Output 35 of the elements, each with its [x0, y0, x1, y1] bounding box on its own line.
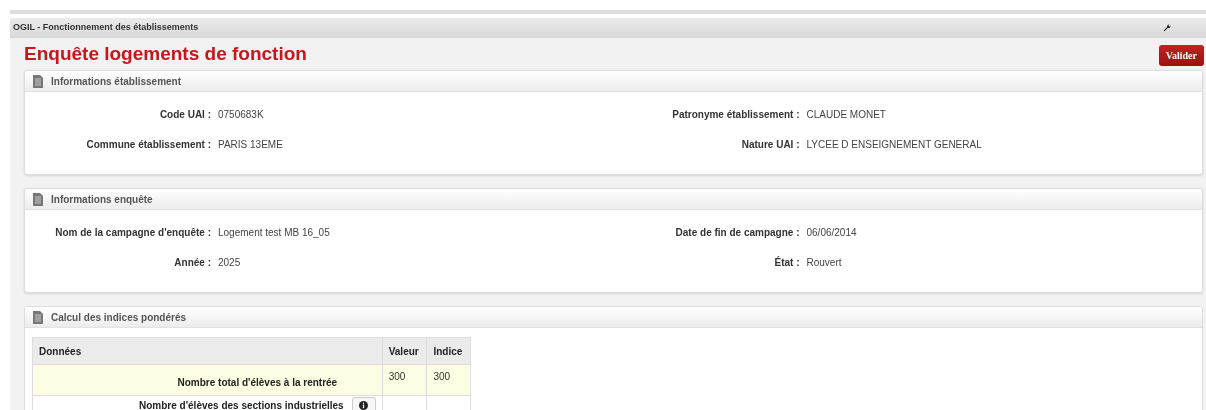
column-header: Données	[32, 337, 383, 365]
field-label: État :	[773, 255, 800, 270]
document-icon	[33, 310, 43, 324]
wrench-icon[interactable]	[1163, 24, 1171, 32]
field-value: Logement test MB 16_05	[218, 226, 330, 240]
document-icon	[33, 74, 43, 88]
document-icon	[33, 192, 43, 206]
field-value: CLAUDE MONET	[806, 108, 886, 122]
field-label: Commune établissement :	[85, 138, 211, 152]
panel-title: Calcul des indices pondérés	[51, 310, 187, 325]
field-value: 06/06/2014	[806, 226, 857, 240]
field-label: Nature UAI :	[740, 138, 800, 152]
info-button[interactable]	[351, 397, 376, 410]
field-value: 2025	[218, 256, 241, 270]
info-icon	[359, 401, 369, 410]
column-header: Valeur	[382, 337, 427, 365]
field-value: LYCEE D ENSEIGNEMENT GENERAL	[806, 138, 982, 152]
column-header: Indice	[426, 337, 471, 365]
validate-button[interactable]: Valider	[1158, 45, 1204, 66]
table-cell-text: Nombre total d'élèves à la rentrée	[177, 376, 338, 390]
table-cell-text: Nombre d'élèves des sections industrielles	[139, 399, 344, 410]
panel-title: Informations enquête	[51, 192, 153, 207]
table-cell: 300	[433, 371, 451, 382]
field-label: Nom de la campagne d'enquête :	[54, 226, 211, 240]
table-cell: 300	[388, 371, 406, 382]
page-title: Enquête logements de fonction	[24, 42, 307, 66]
field-label: Date de fin de campagne :	[674, 226, 800, 240]
field-value: Rouvert	[806, 256, 842, 270]
field-label: Patronyme établissement :	[671, 108, 800, 122]
field-label: Année :	[173, 256, 211, 270]
field-value: 0750683K	[218, 108, 264, 122]
field-value: PARIS 13EME	[218, 138, 283, 152]
panel-title: Informations établissement	[51, 74, 182, 89]
app-title: OGIL - Fonctionnement des établissements	[13, 21, 199, 35]
field-label: Code UAI :	[158, 108, 211, 122]
